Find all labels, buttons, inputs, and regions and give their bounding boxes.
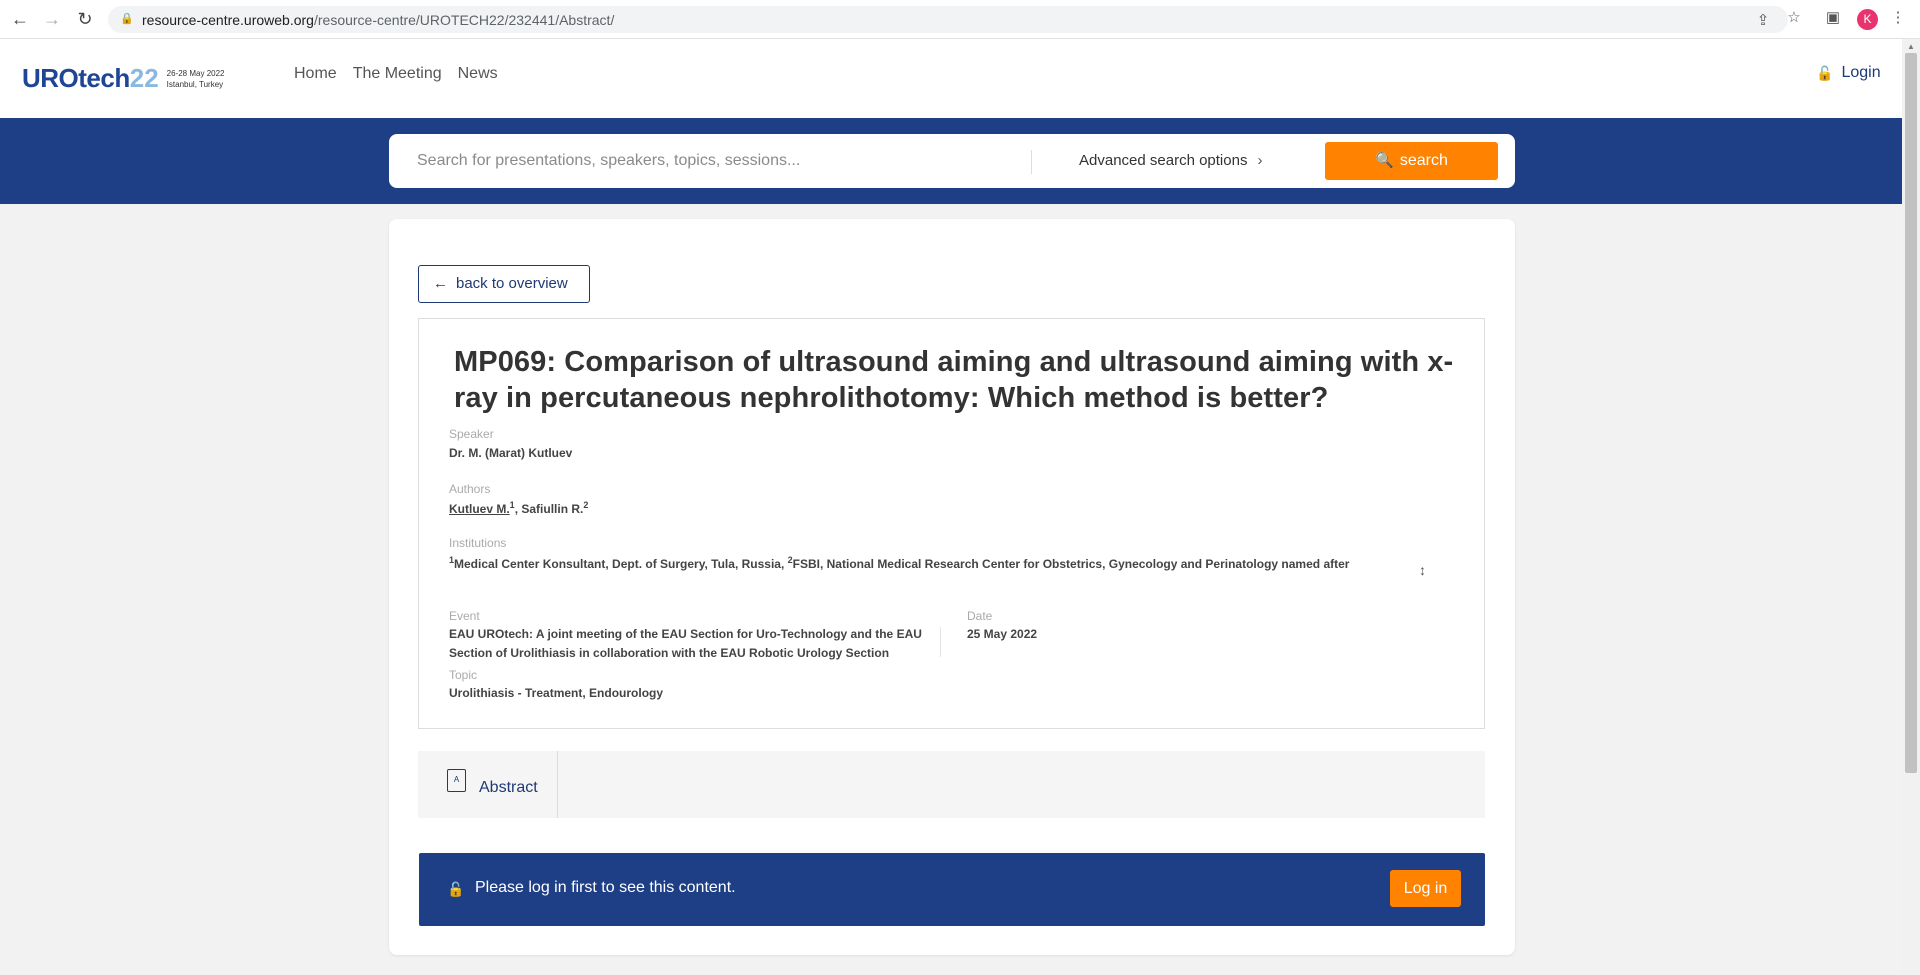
event-line-1: EAU UROtech: A joint meeting of the EAU … <box>449 627 922 641</box>
browser-toolbar: ← → ↻ 🔒 resource-centre.uroweb.org/resou… <box>0 0 1920 39</box>
topic-value: Urolithiasis - Treatment, Endourology <box>449 686 664 700</box>
address-bar[interactable]: 🔒 resource-centre.uroweb.org/resource-ce… <box>108 6 1788 33</box>
event-label: Event <box>449 609 480 623</box>
speaker-name: Dr. M. (Marat) Kutluev <box>449 446 573 460</box>
lock-icon: 🔓 <box>447 881 465 897</box>
scrollbar-thumb[interactable] <box>1905 53 1917 773</box>
institutions-value: 1Medical Center Konsultant, Dept. of Sur… <box>449 555 1350 571</box>
nav-news[interactable]: News <box>458 65 498 83</box>
speaker-label: Speaker <box>449 427 494 441</box>
search-icon: 🔍 <box>1375 152 1394 169</box>
search-box: Search for presentations, speakers, topi… <box>389 134 1515 188</box>
date-label: Date <box>967 609 993 623</box>
nav-the-meeting[interactable]: The Meeting <box>353 65 442 83</box>
document-icon: A <box>447 769 466 792</box>
scroll-up-icon[interactable]: ▲ <box>1907 42 1915 51</box>
urotech-logo[interactable]: UROtech 22 26-28 May 2022 Istanbul, Turke… <box>22 63 225 94</box>
expand-icon[interactable]: ↕ <box>1419 562 1426 578</box>
forward-arrow-icon[interactable]: → <box>41 8 63 30</box>
tab-abstract-label: Abstract <box>479 779 538 796</box>
menu-dots-icon[interactable]: ⋮ <box>1887 8 1909 26</box>
page-scrollbar[interactable]: ▲ <box>1902 39 1920 975</box>
search-band: Search for presentations, speakers, topi… <box>0 118 1902 204</box>
login-prompt-message: Please log in first to see this content. <box>475 879 736 896</box>
logo-year: 22 <box>129 63 159 93</box>
author-link[interactable]: Kutluev M. <box>449 502 510 516</box>
login-prompt: 🔓 Please log in first to see this conten… <box>419 853 1485 926</box>
presentation-info: MP069: Comparison of ultrasound aiming a… <box>418 318 1485 729</box>
back-arrow-icon[interactable]: ← <box>9 8 31 30</box>
topic-label: Topic <box>449 668 478 682</box>
chevron-right-icon: › <box>1257 152 1263 169</box>
advanced-search-link[interactable]: Advanced search options › <box>1079 152 1262 169</box>
search-input[interactable]: Search for presentations, speakers, topi… <box>417 152 800 170</box>
tab-abstract[interactable]: A Abstract <box>418 751 558 818</box>
authors-label: Authors <box>449 482 491 496</box>
reload-icon[interactable]: ↻ <box>74 8 96 30</box>
logo-wordmark: UROtech <box>22 63 130 93</box>
content-card: ← back to overview MP069: Comparison of u… <box>389 219 1515 955</box>
lock-icon: 🔓 <box>1816 64 1834 81</box>
content-tabs: A Abstract <box>418 751 1485 818</box>
date-value: 25 May 2022 <box>967 627 1038 641</box>
profile-avatar[interactable]: K <box>1857 9 1878 30</box>
site-header: UROtech 22 26-28 May 2022 Istanbul, Turke… <box>0 39 1902 118</box>
share-icon[interactable]: ⇪ <box>1752 11 1774 29</box>
logo-subtitle: 26-28 May 2022 Istanbul, Turkey <box>166 68 225 89</box>
nav-home[interactable]: Home <box>294 65 337 83</box>
log-in-button[interactable]: Log in <box>1390 870 1461 907</box>
event-date-divider <box>940 627 941 657</box>
search-divider <box>1031 150 1032 174</box>
back-to-overview-button[interactable]: ← back to overview <box>418 265 590 303</box>
main-nav: Home The Meeting News <box>294 65 498 83</box>
arrow-left-icon: ← <box>433 275 448 292</box>
login-label: Login <box>1841 64 1881 81</box>
search-button[interactable]: 🔍 search <box>1325 142 1498 180</box>
header-login-link[interactable]: 🔓 Login <box>1816 64 1881 82</box>
page-title: MP069: Comparison of ultrasound aiming a… <box>454 346 1454 414</box>
authors-value: Kutluev M.1, Safiullin R.2 <box>449 500 589 516</box>
lock-icon: 🔒 <box>120 13 134 25</box>
bookmark-star-icon[interactable]: ☆ <box>1783 8 1805 26</box>
side-panel-icon[interactable]: ▣ <box>1822 8 1844 26</box>
url-text: resource-centre.uroweb.org/resource-cent… <box>142 12 615 28</box>
event-line-2: Section of Urolithiasis in collaboration… <box>449 646 890 660</box>
institutions-label: Institutions <box>449 536 507 550</box>
